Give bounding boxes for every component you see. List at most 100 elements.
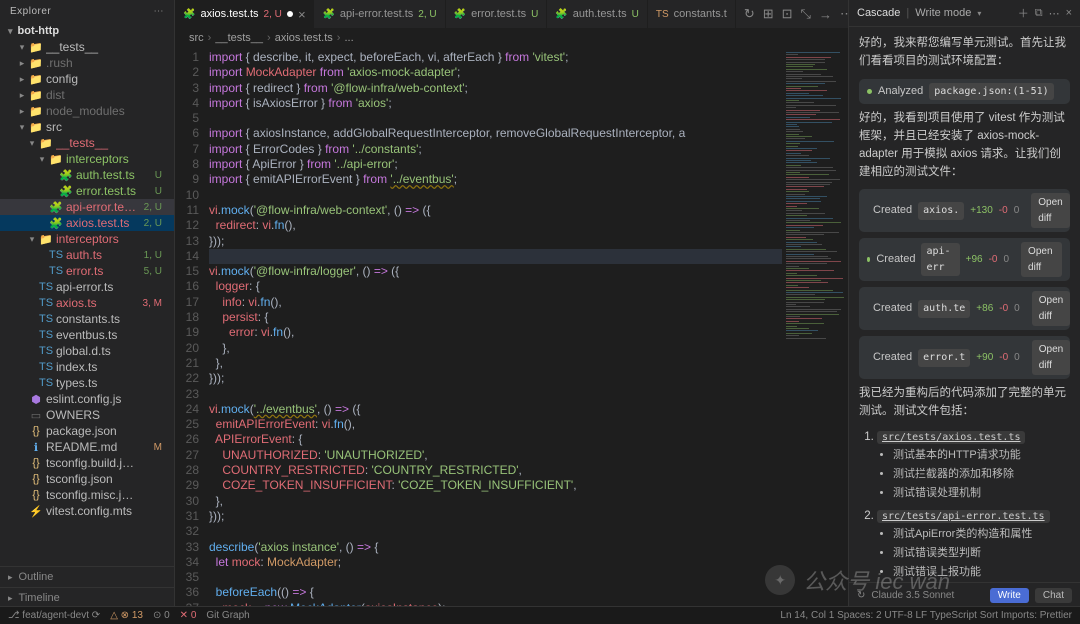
tab-status: U <box>632 9 639 20</box>
editor-tab[interactable]: 🧩axios.test.ts2, U× <box>175 0 314 28</box>
created-chip[interactable]: Createderror.t+90-00Open diff <box>859 336 1070 379</box>
close-icon[interactable]: × <box>298 8 306 21</box>
tree-item[interactable]: ▾📁__tests__ <box>0 135 174 151</box>
tree-item[interactable]: 🧩api-error.test.ts2, U <box>0 199 174 215</box>
new-chat-icon[interactable]: ＋ <box>1018 5 1029 21</box>
code-view[interactable]: import { describe, it, expect, beforeEac… <box>209 48 782 608</box>
editor-tab[interactable]: 🧩api-error.test.ts2, U <box>314 0 445 28</box>
open-diff-button[interactable]: Open diff <box>1031 193 1069 228</box>
problems-warn[interactable]: △ ⊗ 13 <box>110 610 143 621</box>
created-chip[interactable]: Createdapi-err+96-00Open diff <box>859 238 1070 281</box>
tree-item[interactable]: {}tsconfig.json <box>0 471 174 487</box>
diff-plus: +86 <box>976 301 993 317</box>
status-bar: ⎇ feat/agent-devt ⟳ △ ⊗ 13 ⊙ 0 ✕ 0 Git G… <box>0 606 1080 624</box>
tree-item[interactable]: TSconstants.ts <box>0 311 174 327</box>
file-icon: 🧩 <box>48 217 64 230</box>
panel-header[interactable]: ▸ Outline <box>0 566 174 587</box>
breadcrumb[interactable]: src›__tests__›axios.test.ts›... <box>175 28 848 48</box>
chevron-icon: ▸ <box>16 90 28 101</box>
tree-item[interactable]: ⚡vitest.config.mts <box>0 503 174 519</box>
tab-action-icon[interactable]: ⤡ <box>801 6 811 22</box>
problems-info[interactable]: ⊙ 0 <box>153 610 170 621</box>
git-graph[interactable]: Git Graph <box>206 610 249 621</box>
chip-label: Analyzed <box>878 83 923 100</box>
tree-item[interactable]: ▭OWNERS <box>0 407 174 423</box>
chat-mode-button[interactable]: Chat <box>1035 588 1072 603</box>
breadcrumb-segment[interactable]: src <box>189 32 204 44</box>
tree-item[interactable]: ℹREADME.mdM <box>0 439 174 455</box>
editor-tab[interactable]: 🧩auth.test.tsU <box>547 0 648 28</box>
tree-item[interactable]: TStypes.ts <box>0 375 174 391</box>
project-root[interactable]: ▾ bot-http <box>0 23 174 39</box>
tree-item[interactable]: TSglobal.d.ts <box>0 343 174 359</box>
history-icon[interactable]: ⧉ <box>1035 7 1043 20</box>
tree-item[interactable]: ⬢eslint.config.js <box>0 391 174 407</box>
breadcrumb-segment[interactable]: __tests__ <box>215 32 263 44</box>
file-label: tsconfig.build.json <box>46 456 138 470</box>
tree-item[interactable]: TSaxios.ts3, M <box>0 295 174 311</box>
created-chip[interactable]: Createdauth.te+86-00Open diff <box>859 287 1070 330</box>
cascade-mode[interactable]: Write mode <box>915 7 971 19</box>
tree-item[interactable]: TSapi-error.ts <box>0 279 174 295</box>
tab-label: api-error.test.ts <box>340 8 413 20</box>
file-label: node_modules <box>46 104 138 118</box>
tree-item[interactable]: 🧩axios.test.ts2, U <box>0 215 174 231</box>
tree-item[interactable]: TSeventbus.ts <box>0 327 174 343</box>
file-icon: 📁 <box>28 89 44 102</box>
chip-file: auth.te <box>918 300 970 318</box>
file-status: 2, U <box>138 218 168 229</box>
tree-item[interactable]: {}package.json <box>0 423 174 439</box>
close-icon[interactable]: × <box>1066 7 1072 19</box>
git-branch[interactable]: ⎇ feat/agent-devt ⟳ <box>8 610 100 621</box>
file-icon: 🧩 <box>48 201 64 214</box>
editor-tab[interactable]: 🧩error.test.tsU <box>446 0 548 28</box>
tab-action-icon[interactable]: → <box>819 7 832 22</box>
breadcrumb-segment[interactable]: axios.test.ts <box>275 32 333 44</box>
file-ref[interactable]: src/tests/api-error.test.ts <box>877 510 1050 523</box>
file-label: api-error.ts <box>56 280 138 294</box>
minimap[interactable] <box>782 48 848 608</box>
tree-item[interactable]: {}tsconfig.build.json <box>0 455 174 471</box>
problems-err[interactable]: ✕ 0 <box>180 610 197 621</box>
analyzed-chip[interactable]: Analyzed package.json:(1-51) <box>859 79 1070 105</box>
list-subitem: 测试基本的HTTP请求功能 <box>893 447 1070 464</box>
open-diff-button[interactable]: Open diff <box>1032 340 1070 375</box>
tree-item[interactable]: TSauth.ts1, U <box>0 247 174 263</box>
tree-item[interactable]: TSindex.ts <box>0 359 174 375</box>
tab-action-icon[interactable]: ⊡ <box>782 6 793 22</box>
file-ref[interactable]: src/tests/axios.test.ts <box>877 431 1025 444</box>
created-chip[interactable]: Createdaxios.+130-00Open diff <box>859 189 1070 232</box>
panel-header[interactable]: ▸Timeline <box>0 587 174 608</box>
breadcrumb-segment[interactable]: ... <box>344 32 353 44</box>
refresh-icon[interactable]: ↻ <box>857 590 865 601</box>
tree-item[interactable]: TSerror.ts5, U <box>0 263 174 279</box>
tree-item[interactable]: ▸📁config <box>0 71 174 87</box>
status-right[interactable]: Ln 14, Col 1 Spaces: 2 UTF-8 LF TypeScri… <box>780 610 1072 621</box>
tree-item[interactable]: ▾📁interceptors <box>0 231 174 247</box>
chevron-icon: ▸ <box>8 572 13 583</box>
explorer-menu-icon[interactable]: ⋯ <box>154 6 165 17</box>
tab-action-icon[interactable]: ↻ <box>744 6 755 22</box>
panel-label: Outline <box>19 571 54 583</box>
model-label[interactable]: Claude 3.5 Sonnet <box>871 590 954 601</box>
tree-item[interactable]: ▾📁src <box>0 119 174 135</box>
tree-item[interactable]: ▾📁__tests__ <box>0 39 174 55</box>
tree-item[interactable]: ▸📁.rush <box>0 55 174 71</box>
cascade-intro: 好的，我来帮您编写单元测试。首先让我们看看项目的测试环境配置： <box>859 35 1070 71</box>
open-diff-button[interactable]: Open diff <box>1032 291 1070 326</box>
tree-item[interactable]: ▸📁dist <box>0 87 174 103</box>
tree-item[interactable]: {}tsconfig.misc.json <box>0 487 174 503</box>
file-status: 3, M <box>138 298 168 309</box>
tree-item[interactable]: 🧩auth.test.tsU <box>0 167 174 183</box>
tree-item[interactable]: ▾📁interceptors <box>0 151 174 167</box>
chip-label: Created <box>876 251 915 268</box>
editor-tab[interactable]: TSconstants.t <box>648 0 736 28</box>
tree-item[interactable]: 🧩error.test.tsU <box>0 183 174 199</box>
cascade-menu-icon[interactable]: ⋯ <box>1049 7 1060 20</box>
tab-action-icon[interactable]: ⊞ <box>763 6 774 22</box>
tree-item[interactable]: ▸📁node_modules <box>0 103 174 119</box>
list-item: src/tests/axios.test.ts测试基本的HTTP请求功能测试拦截… <box>877 429 1070 502</box>
write-mode-button[interactable]: Write <box>990 588 1029 603</box>
open-diff-button[interactable]: Open diff <box>1021 242 1062 277</box>
chevron-icon: ▸ <box>16 74 28 85</box>
